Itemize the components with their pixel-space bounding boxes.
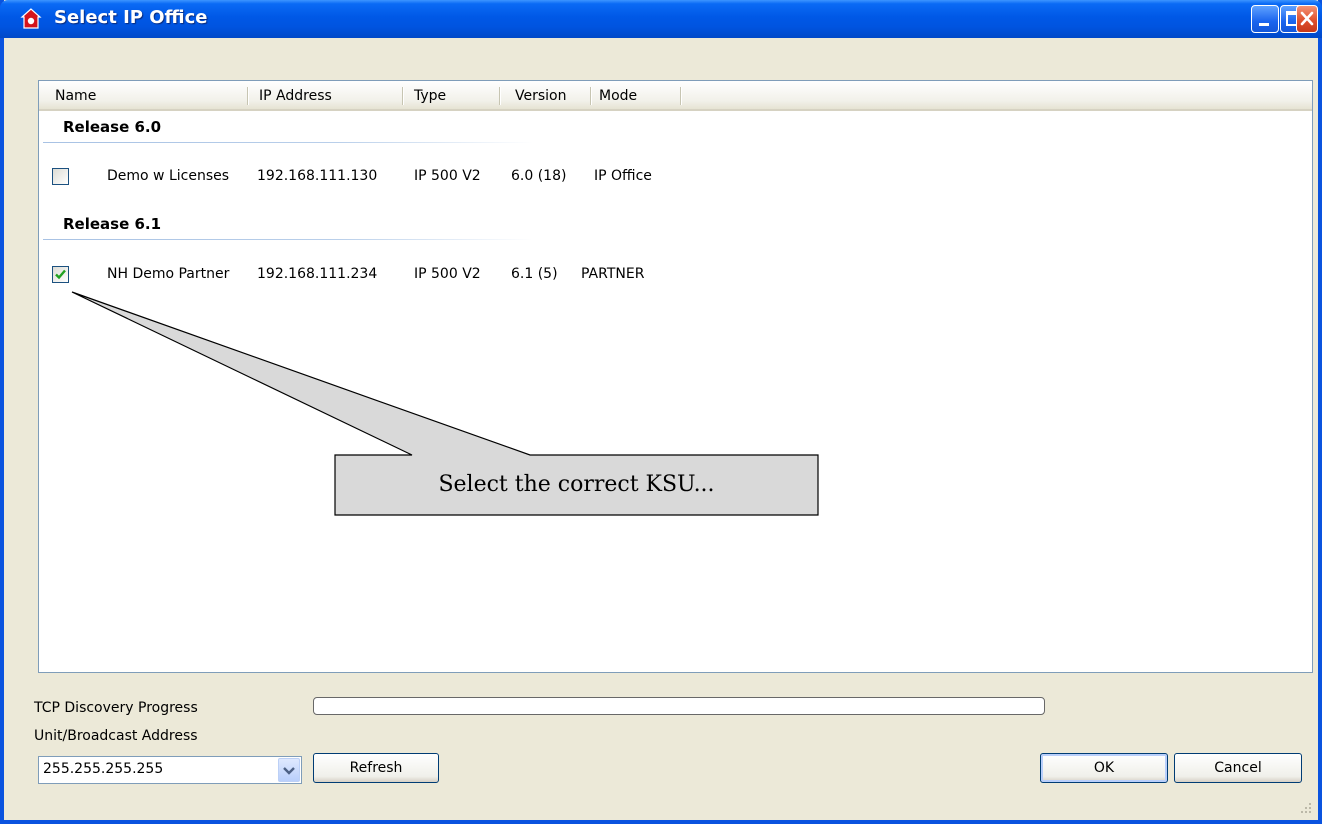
callout-text: Select the correct KSU...	[438, 472, 715, 497]
callout-pointer	[71, 291, 819, 516]
